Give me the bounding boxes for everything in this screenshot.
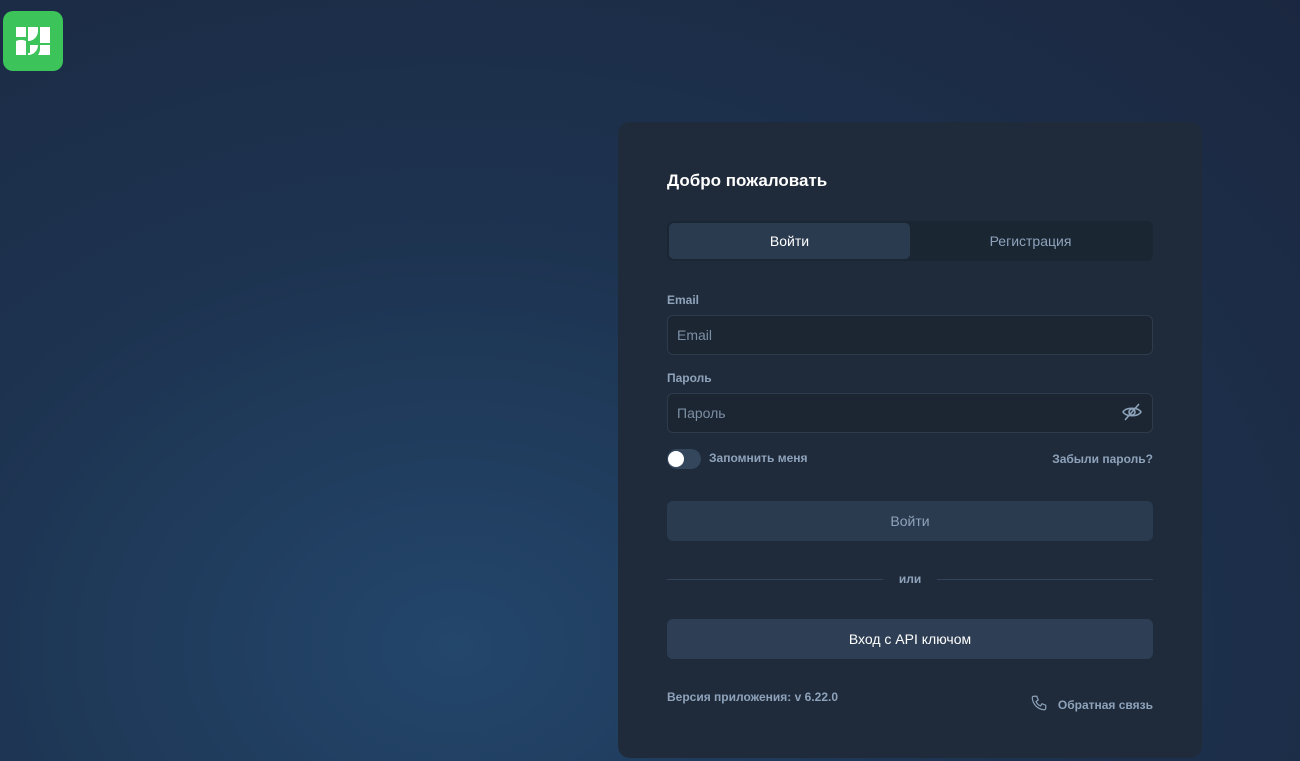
separator-text: или: [898, 572, 922, 586]
separator: или: [667, 572, 1154, 586]
email-placeholder: Email: [677, 327, 713, 343]
app-version: Версия приложения: v 6.22.0: [667, 690, 838, 704]
feedback-label: Обратная связь: [1057, 697, 1153, 712]
password-label: Пароль: [667, 371, 712, 385]
login-button[interactable]: Войти: [667, 501, 1153, 541]
app-logo: [3, 11, 63, 71]
toggle-switch[interactable]: [667, 449, 701, 469]
password-input[interactable]: Пароль: [667, 393, 1153, 433]
auth-tabs: Войти Регистрация: [667, 221, 1153, 261]
login-card: Добро пожаловать Войти Регистрация Email…: [618, 122, 1202, 758]
page-title: Добро пожаловать: [667, 171, 828, 190]
password-placeholder: Пароль: [677, 405, 726, 421]
email-label: Email: [667, 293, 700, 307]
api-key-login-button[interactable]: Вход с API ключом: [667, 619, 1153, 659]
tab-login[interactable]: Войти: [669, 223, 910, 259]
phone-icon: [1030, 694, 1048, 715]
eye-off-icon[interactable]: [1121, 402, 1143, 425]
remember-label: Запомнить меня: [709, 451, 808, 466]
email-input[interactable]: Email: [667, 315, 1153, 355]
remember-toggle[interactable]: Запомнить меня: [667, 449, 808, 469]
forgot-password-link[interactable]: Забыли пароль?: [1052, 452, 1153, 466]
feedback-link[interactable]: Обратная связь: [1030, 694, 1153, 715]
tab-register[interactable]: Регистрация: [910, 223, 1151, 259]
